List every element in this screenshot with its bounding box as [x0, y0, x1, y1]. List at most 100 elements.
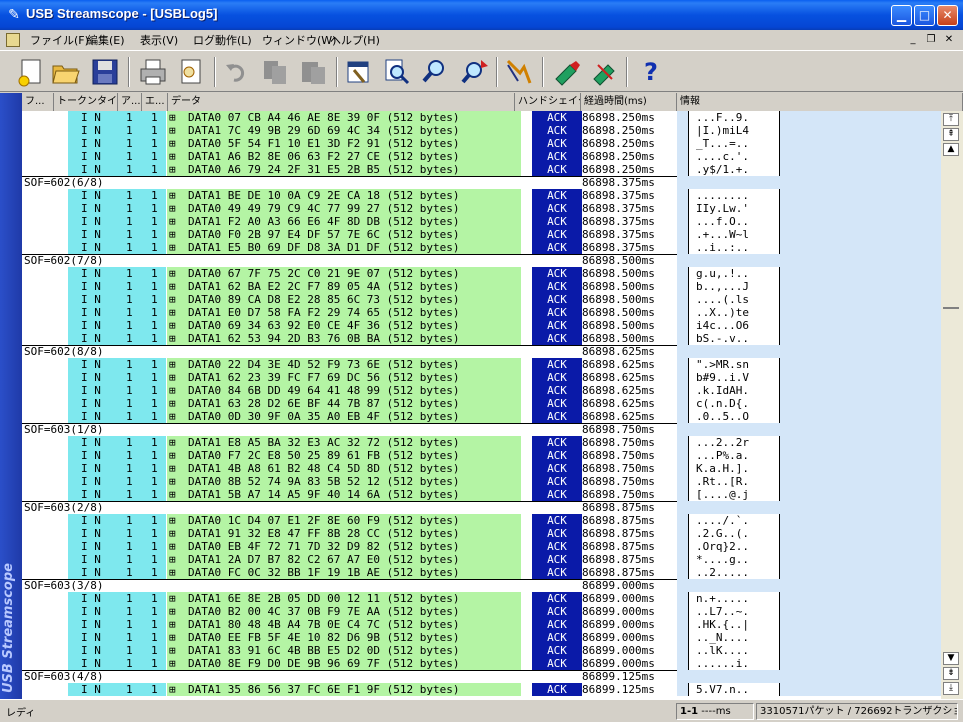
expand-plus-icon[interactable]: ⊞	[169, 189, 176, 202]
col-header-endpoint[interactable]: エ...	[142, 93, 168, 111]
expand-plus-icon[interactable]: ⊞	[169, 462, 176, 475]
expand-plus-icon[interactable]: ⊞	[169, 527, 176, 540]
col-header-token-type[interactable]: トークンタイプ	[54, 93, 118, 111]
paste-icon[interactable]	[298, 57, 328, 87]
col-header-info[interactable]: 情報	[677, 93, 963, 111]
expand-plus-icon[interactable]: ⊞	[169, 293, 176, 306]
scroll-up-icon[interactable]: ▲	[943, 143, 959, 156]
expand-plus-icon[interactable]: ⊞	[169, 540, 176, 553]
document-icon[interactable]	[6, 33, 20, 47]
packet-row[interactable]: I N 1 1 ⊞ DATA0 8B 52 74 9A 83 5B 52 12 (512…	[22, 475, 941, 488]
expand-plus-icon[interactable]: ⊞	[169, 410, 176, 423]
packet-row[interactable]: I N 1 1 ⊞ DATA0 A6 79 24 2F 31 E5 2B B5 (512…	[22, 163, 941, 176]
packet-row[interactable]: I N 1 1 ⊞ DATA1 62 53 94 2D B3 76 0B BA (512…	[22, 332, 941, 345]
col-header-elapsed-time[interactable]: 経過時間(ms)	[581, 93, 677, 111]
expand-plus-icon[interactable]: ⊞	[169, 566, 176, 579]
menu-view[interactable]: 表示(V)	[140, 32, 178, 48]
packet-row[interactable]: I N 1 1 ⊞ DATA1 2A D7 B7 82 C2 67 A7 E0 (512…	[22, 553, 941, 566]
packet-row[interactable]: I N 1 1 ⊞ DATA1 80 48 4B A4 7B 0E C4 7C (512…	[22, 618, 941, 631]
col-header-data[interactable]: データ	[168, 93, 515, 111]
packet-row[interactable]: I N 1 1 ⊞ DATA1 5B A7 14 A5 9F 40 14 6A (512…	[22, 488, 941, 501]
expand-plus-icon[interactable]: ⊞	[169, 657, 176, 670]
packet-row[interactable]: I N 1 1 ⊞ DATA1 7C 49 9B 29 6D 69 4C 34 (512…	[22, 124, 941, 137]
scroll-bottom-icon[interactable]: ⤓	[943, 682, 959, 695]
packet-row[interactable]: I N 1 1 ⊞ DATA0 5F 54 F1 10 E1 3D F2 91 (512…	[22, 137, 941, 150]
expand-plus-icon[interactable]: ⊞	[169, 618, 176, 631]
print-icon[interactable]	[138, 57, 168, 87]
save-icon[interactable]	[90, 57, 120, 87]
vertical-scrollbar[interactable]: ⤒ ⇞ ▲ ▼ ⇟ ⤓	[941, 111, 963, 699]
expand-plus-icon[interactable]: ⊞	[169, 358, 176, 371]
expand-plus-icon[interactable]: ⊞	[169, 397, 176, 410]
packet-row[interactable]: I N 1 1 ⊞ DATA0 07 CB A4 46 AE 8E 39 0F (512…	[22, 111, 941, 124]
packet-row[interactable]: I N 1 1 ⊞ DATA0 FC 0C 32 BB 1F 19 1B AE (512…	[22, 566, 941, 579]
col-header-frame[interactable]: フ...	[22, 93, 54, 111]
mdi-close-button[interactable]: ✕	[942, 33, 956, 46]
expand-plus-icon[interactable]: ⊞	[169, 449, 176, 462]
title-bar[interactable]: ✎ USB Streamscope - [USBLog5] ▁ □ ✕	[0, 0, 963, 30]
open-folder-icon[interactable]	[50, 57, 80, 87]
sof-row[interactable]: SOF=602(8/8) 86898.625ms	[22, 345, 941, 358]
copy-icon[interactable]	[260, 57, 290, 87]
search-next-icon[interactable]	[460, 57, 490, 87]
expand-plus-icon[interactable]: ⊞	[169, 605, 176, 618]
scroll-thumb[interactable]	[943, 307, 959, 309]
packet-row[interactable]: I N 1 1 ⊞ DATA0 67 7F 75 2C C0 21 9E 07 (512…	[22, 267, 941, 280]
sof-row[interactable]: SOF=603(2/8) 86898.875ms	[22, 501, 941, 514]
menu-log[interactable]: ログ動作(L)	[193, 32, 252, 48]
expand-plus-icon[interactable]: ⊞	[169, 280, 176, 293]
packet-row[interactable]: I N 1 1 ⊞ DATA0 F7 2C E8 50 25 89 61 FB (512…	[22, 449, 941, 462]
packet-row[interactable]: I N 1 1 ⊞ DATA0 22 D4 3E 4D 52 F9 73 6E (512…	[22, 358, 941, 371]
expand-plus-icon[interactable]: ⊞	[169, 228, 176, 241]
packet-row[interactable]: I N 1 1 ⊞ DATA1 62 BA E2 2C F7 89 05 4A (512…	[22, 280, 941, 293]
packet-row[interactable]: I N 1 1 ⊞ DATA1 BE DE 10 0A C9 2E CA 18 (512…	[22, 189, 941, 202]
packet-row[interactable]: I N 1 1 ⊞ DATA1 E8 A5 BA 32 E3 AC 32 72 (512…	[22, 436, 941, 449]
minimize-button[interactable]: ▁	[891, 5, 912, 26]
app-icon[interactable]: ✎	[6, 7, 22, 23]
find-icon[interactable]	[382, 57, 412, 87]
sof-row[interactable]: SOF=602(7/8) 86898.500ms	[22, 254, 941, 267]
help-icon[interactable]: ?	[636, 57, 666, 87]
menu-help[interactable]: ヘルプ(H)	[330, 32, 380, 48]
maximize-button[interactable]: □	[914, 5, 935, 26]
scroll-page-down-icon[interactable]: ⇟	[943, 667, 959, 680]
packet-row[interactable]: I N 1 1 ⊞ DATA1 62 23 39 FC F7 69 DC 56 (512…	[22, 371, 941, 384]
packet-row[interactable]: I N 1 1 ⊞ DATA1 63 28 D2 6E BF 44 7B 87 (512…	[22, 397, 941, 410]
packet-row[interactable]: I N 1 1 ⊞ DATA0 B2 00 4C 37 0B F9 7E AA (512…	[22, 605, 941, 618]
expand-plus-icon[interactable]: ⊞	[169, 163, 176, 176]
packet-row[interactable]: I N 1 1 ⊞ DATA0 84 6B DD 49 64 41 48 99 (512…	[22, 384, 941, 397]
packet-row[interactable]: I N 1 1 ⊞ DATA1 4B A8 61 B2 48 C4 5D 8D (512…	[22, 462, 941, 475]
expand-plus-icon[interactable]: ⊞	[169, 644, 176, 657]
hex-tools-icon[interactable]	[344, 57, 374, 87]
expand-plus-icon[interactable]: ⊞	[169, 553, 176, 566]
packet-row[interactable]: I N 1 1 ⊞ DATA0 F0 2B 97 E4 DF 57 7E 6C (512…	[22, 228, 941, 241]
expand-plus-icon[interactable]: ⊞	[169, 306, 176, 319]
mdi-restore-button[interactable]: ❐	[924, 33, 938, 46]
packet-row[interactable]: I N 1 1 ⊞ DATA1 6E 8E 2B 05 DD 00 12 11 (512…	[22, 592, 941, 605]
mdi-minimize-button[interactable]: _	[906, 33, 920, 46]
packet-row[interactable]: I N 1 1 ⊞ DATA0 0D 30 9F 0A 35 A0 EB 4F (512…	[22, 410, 941, 423]
new-file-icon[interactable]	[16, 57, 46, 87]
expand-plus-icon[interactable]: ⊞	[169, 111, 176, 124]
expand-plus-icon[interactable]: ⊞	[169, 488, 176, 501]
packet-row[interactable]: I N 1 1 ⊞ DATA1 91 32 E8 47 FF 8B 28 CC (512…	[22, 527, 941, 540]
expand-plus-icon[interactable]: ⊞	[169, 514, 176, 527]
expand-plus-icon[interactable]: ⊞	[169, 215, 176, 228]
expand-plus-icon[interactable]: ⊞	[169, 631, 176, 644]
sof-row[interactable]: SOF=603(1/8) 86898.750ms	[22, 423, 941, 436]
trigger-icon[interactable]	[590, 57, 620, 87]
close-button[interactable]: ✕	[937, 5, 958, 26]
col-header-address[interactable]: ア...	[118, 93, 142, 111]
packet-row[interactable]: I N 1 1 ⊞ DATA1 E5 B0 69 DF D8 3A D1 DF (512…	[22, 241, 941, 254]
packet-row[interactable]: I N 1 1 ⊞ DATA1 E0 D7 58 FA F2 29 74 65 (512…	[22, 306, 941, 319]
expand-plus-icon[interactable]: ⊞	[169, 592, 176, 605]
packet-row[interactable]: I N 1 1 ⊞ DATA0 EE FB 5F 4E 10 82 D6 9B (512…	[22, 631, 941, 644]
undo-icon[interactable]	[222, 57, 252, 87]
expand-plus-icon[interactable]: ⊞	[169, 371, 176, 384]
packet-row[interactable]: I N 1 1 ⊞ DATA1 83 91 6C 4B BB E5 D2 0D (512…	[22, 644, 941, 657]
menu-file[interactable]: ファイル(F)	[30, 32, 89, 48]
filter-icon[interactable]	[504, 57, 534, 87]
marker-icon[interactable]	[552, 57, 582, 87]
packet-row[interactable]: I N 1 1 ⊞ DATA0 EB 4F 72 71 7D 32 D9 82 (512…	[22, 540, 941, 553]
expand-plus-icon[interactable]: ⊞	[169, 332, 176, 345]
